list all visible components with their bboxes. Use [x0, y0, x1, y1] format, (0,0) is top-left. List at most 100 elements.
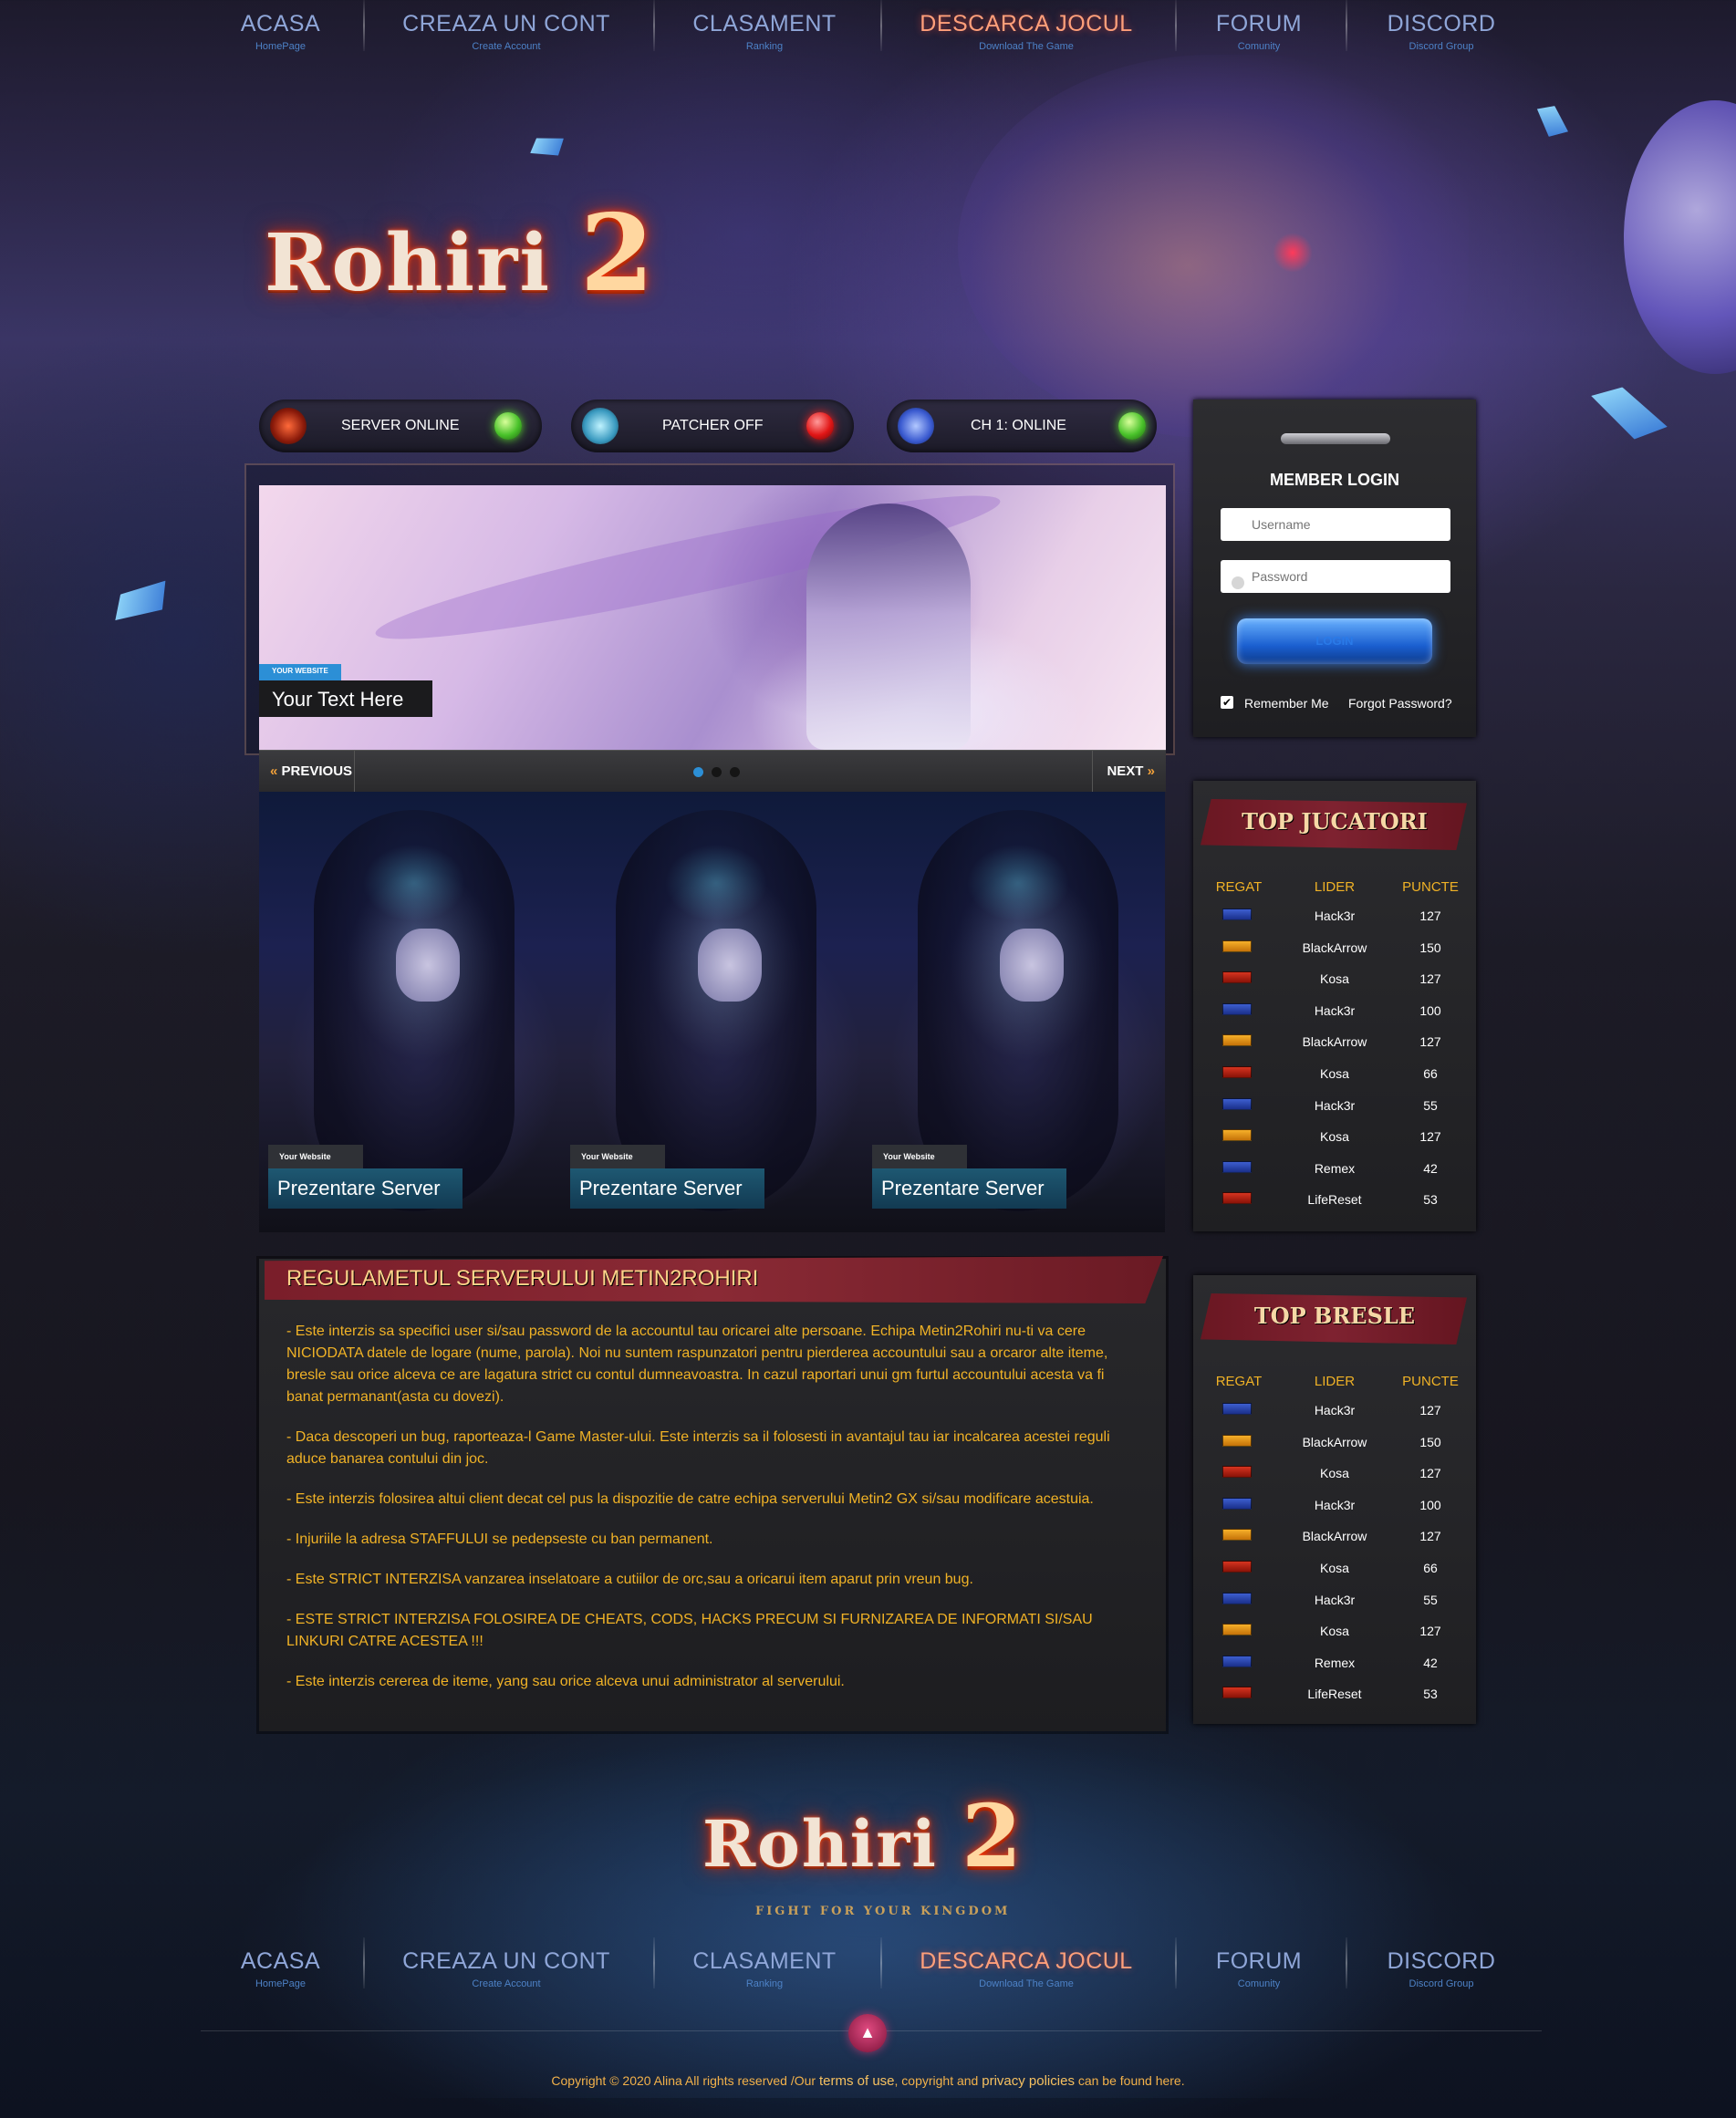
- leader-name[interactable]: Kosa: [1284, 1466, 1385, 1480]
- remember-me-checkbox[interactable]: ✔: [1221, 696, 1233, 709]
- table-row: LifeReset 53: [1193, 1679, 1476, 1710]
- footer-logo[interactable]: Rohiri 2: [702, 1786, 1024, 1887]
- nav-sublabel: Create Account: [472, 1978, 541, 1989]
- fire-emblem-icon: [270, 408, 307, 444]
- leader-name[interactable]: BlackArrow: [1284, 940, 1385, 955]
- nav-label: FORUM: [1215, 1948, 1303, 1974]
- nav-divider: [880, 0, 882, 51]
- leader-name[interactable]: Kosa: [1284, 1561, 1385, 1575]
- points-value: 53: [1423, 1192, 1438, 1208]
- double-chevron-right-icon: »: [1147, 763, 1155, 779]
- arrow-up-icon[interactable]: ▲: [848, 2014, 887, 2052]
- leader-name[interactable]: Hack3r: [1284, 1003, 1385, 1018]
- nav-descarca-jocul[interactable]: DESCARCA JOCUL Download The Game: [908, 1937, 1145, 1989]
- nav-sublabel: Ranking: [745, 41, 784, 52]
- nav-sublabel: Download The Game: [979, 41, 1074, 52]
- table-row: Remex 42: [1193, 1154, 1476, 1185]
- card-character-face: [698, 929, 762, 1002]
- rule-paragraph: - Este interzis cererea de iteme, yang s…: [286, 1674, 845, 1689]
- slider-dot[interactable]: [693, 767, 703, 777]
- leader-name[interactable]: BlackArrow: [1284, 1034, 1385, 1049]
- nav-label: CREAZA UN CONT: [402, 11, 610, 36]
- nav-sublabel: HomePage: [255, 41, 307, 52]
- feature-card[interactable]: Your Website Prezentare Server: [561, 792, 863, 1232]
- slider-next-button[interactable]: NEXT »: [1107, 763, 1155, 779]
- leader-name[interactable]: Hack3r: [1284, 1593, 1385, 1607]
- terms-link[interactable]: terms of use: [819, 2073, 895, 2089]
- logo-name: Rohiri: [702, 1806, 938, 1882]
- leader-name[interactable]: Remex: [1284, 1161, 1385, 1176]
- nav-sublabel: Comunity: [1237, 1978, 1281, 1989]
- card-title[interactable]: Prezentare Server: [570, 1168, 764, 1209]
- rule-paragraph: - Injuriile la adresa STAFFULUI se pedep…: [286, 1531, 713, 1547]
- nav-sublabel: Comunity: [1237, 41, 1281, 52]
- slider-dot[interactable]: [712, 767, 722, 777]
- nav-discord[interactable]: DISCORD Discord Group: [1377, 1937, 1505, 1989]
- nav-label: DESCARCA JOCUL: [920, 1948, 1133, 1974]
- username-input[interactable]: [1221, 508, 1450, 541]
- leader-name[interactable]: Hack3r: [1284, 1498, 1385, 1512]
- nav-clasament[interactable]: CLASAMENT Ranking: [684, 1937, 845, 1989]
- status-offline-indicator: [806, 412, 834, 440]
- nav-creaza-cont[interactable]: CREAZA UN CONT Create Account: [392, 1937, 620, 1989]
- points-value: 127: [1419, 1129, 1441, 1145]
- kingdom-flag-icon: [1222, 1002, 1252, 1015]
- col-leader: LIDER: [1314, 1374, 1356, 1389]
- nav-divider: [1346, 0, 1347, 51]
- points-value: 100: [1419, 1497, 1441, 1512]
- feature-card[interactable]: Your Website Prezentare Server: [259, 792, 561, 1232]
- leader-name[interactable]: Kosa: [1284, 1624, 1385, 1638]
- leader-name[interactable]: BlackArrow: [1284, 1529, 1385, 1543]
- nav-sublabel: Download The Game: [979, 1978, 1074, 1989]
- card-title[interactable]: Prezentare Server: [268, 1168, 463, 1209]
- points-value: 42: [1423, 1160, 1438, 1176]
- nav-sublabel: Discord Group: [1409, 1978, 1474, 1989]
- table-row: Kosa 127: [1193, 1616, 1476, 1647]
- points-value: 150: [1419, 1434, 1441, 1449]
- nav-divider: [653, 0, 655, 51]
- nav-descarca-jocul[interactable]: DESCARCA JOCUL Download The Game: [908, 0, 1145, 52]
- nav-acasa[interactable]: ACASA HomePage: [228, 0, 333, 52]
- kingdom-flag-icon: [1222, 1192, 1252, 1205]
- nav-sublabel: Ranking: [745, 1978, 784, 1989]
- forgot-password-link[interactable]: Forgot Password?: [1348, 696, 1452, 711]
- nav-divider: [653, 1937, 655, 1988]
- copyright-middle: , copyright and: [894, 2073, 982, 2088]
- password-input[interactable]: [1221, 560, 1450, 593]
- leader-name[interactable]: Kosa: [1284, 1129, 1385, 1144]
- hero-moon: [1624, 100, 1736, 374]
- nav-clasament[interactable]: CLASAMENT Ranking: [684, 0, 845, 52]
- leader-name[interactable]: Hack3r: [1284, 1098, 1385, 1113]
- table-row: Hack3r 55: [1193, 1091, 1476, 1122]
- leader-name[interactable]: BlackArrow: [1284, 1435, 1385, 1449]
- leader-name[interactable]: Kosa: [1284, 1066, 1385, 1081]
- card-title[interactable]: Prezentare Server: [872, 1168, 1066, 1209]
- login-button[interactable]: LOGIN: [1237, 618, 1432, 664]
- leader-name[interactable]: Kosa: [1284, 971, 1385, 986]
- status-label: SERVER ONLINE: [341, 418, 460, 433]
- nav-creaza-cont[interactable]: CREAZA UN CONT Create Account: [392, 0, 620, 52]
- leader-name[interactable]: Remex: [1284, 1656, 1385, 1670]
- login-panel: MEMBER LOGIN LOGIN ✔ Remember Me Forgot …: [1193, 400, 1476, 737]
- col-points: PUNCTE: [1402, 879, 1459, 895]
- nav-sublabel: HomePage: [255, 1978, 307, 1989]
- feature-card[interactable]: Your Website Prezentare Server: [863, 792, 1165, 1232]
- status-server: SERVER ONLINE: [259, 400, 542, 452]
- slider-dot[interactable]: [730, 767, 740, 777]
- card-character-face: [1000, 929, 1064, 1002]
- status-label: PATCHER OFF: [662, 418, 764, 433]
- slider-prev-button[interactable]: « PREVIOUS: [270, 763, 352, 779]
- privacy-link[interactable]: privacy policies: [982, 2073, 1075, 2089]
- leader-name[interactable]: Hack3r: [1284, 1403, 1385, 1417]
- nav-label: FORUM: [1215, 11, 1303, 36]
- copyright-text: Copyright © 2020 Alina All rights reserv…: [0, 2073, 1736, 2089]
- leader-name[interactable]: LifeReset: [1284, 1687, 1385, 1701]
- nav-forum[interactable]: FORUM Comunity: [1204, 0, 1314, 52]
- slider-next-label: NEXT: [1107, 763, 1144, 779]
- leader-name[interactable]: Hack3r: [1284, 908, 1385, 923]
- nav-acasa[interactable]: ACASA HomePage: [228, 1937, 333, 1989]
- leader-name[interactable]: LifeReset: [1284, 1192, 1385, 1207]
- site-logo[interactable]: Rohiri 2: [265, 192, 656, 316]
- nav-forum[interactable]: FORUM Comunity: [1204, 1937, 1314, 1989]
- nav-discord[interactable]: DISCORD Discord Group: [1377, 0, 1505, 52]
